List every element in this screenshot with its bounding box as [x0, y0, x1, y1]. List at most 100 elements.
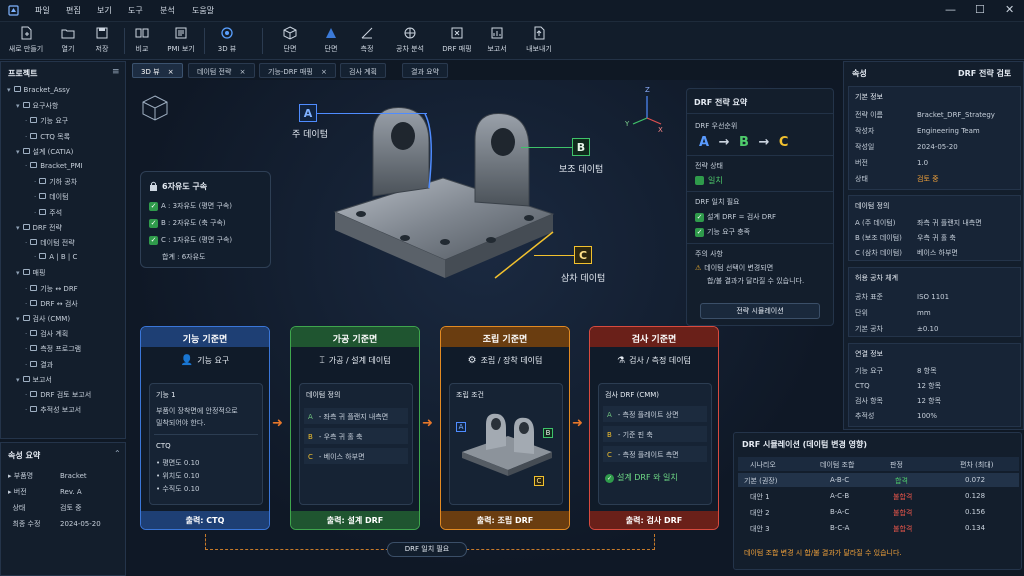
drf-priority-sequence: A → B → C: [699, 135, 789, 150]
dof-item: ✓ B : 2자유도 (축 구속): [149, 218, 226, 228]
menu-tools[interactable]: 도구: [128, 5, 143, 16]
tree-item[interactable]: ▾ 검사 (CMM): [16, 314, 70, 324]
folder-icon: [30, 406, 38, 413]
summary-row: 상태 검토 중: [12, 504, 82, 512]
tree-item-label: DRF ↔ 검사: [40, 299, 78, 308]
tab-function-drf-mapping[interactable]: 기능-DRF 매핑 ×: [259, 63, 336, 78]
flow-arrow-icon: ➜: [272, 416, 283, 431]
inspection-datum-card[interactable]: 검사 기준면 ⚗ 검사 / 측정 데이텀 검사 DRF (CMM) A- 측정 플…: [589, 326, 719, 530]
tab-close-icon[interactable]: ×: [321, 68, 327, 76]
tree-item[interactable]: · CTQ 목록: [25, 132, 70, 142]
chevron-down-icon[interactable]: ▾: [16, 269, 20, 277]
tree-item[interactable]: · A | B | C: [34, 253, 77, 261]
minimize-button[interactable]: —: [945, 3, 956, 16]
chevron-down-icon[interactable]: ▾: [16, 148, 20, 156]
tree-item[interactable]: · 데이텀 전략: [25, 238, 75, 248]
assembly-card-header: 조립 기준면: [441, 327, 569, 347]
tree-item-label: A | B | C: [49, 253, 78, 262]
3d-view-button[interactable]: 3D 뷰: [205, 24, 249, 58]
strategy-simulation-button[interactable]: 전략 시뮬레이션: [700, 303, 820, 319]
axis-z-label: Z: [645, 86, 650, 94]
tree-item[interactable]: ▾ 설계 (CATIA): [16, 147, 73, 157]
tree-item[interactable]: · 검사 계획: [25, 329, 68, 339]
collapse-icon[interactable]: ⌃: [114, 449, 121, 458]
flow-arrow-icon: ➜: [422, 416, 433, 431]
menu-analysis[interactable]: 분석: [160, 5, 175, 16]
section-button[interactable]: 단면: [268, 24, 312, 58]
dof-title: 6자유도 구속: [162, 182, 208, 191]
table-row[interactable]: 대안 1 A-C-B 불합격 0.128: [738, 489, 1019, 503]
strategy-status-label: 전략 상태: [695, 162, 723, 170]
assembly-datum-card[interactable]: 조립 기준면 ⚙ 조립 / 장착 데이텀 조립 조건 A B C 출력: 조립 D…: [440, 326, 570, 530]
menu-help[interactable]: 도움말: [192, 5, 214, 16]
chevron-down-icon[interactable]: ▾: [16, 376, 20, 384]
menu-view[interactable]: 보기: [97, 5, 112, 16]
folder-icon: [39, 253, 47, 260]
tree-item-label: 검사 (CMM): [32, 315, 71, 323]
drf-strategy-summary: DRF 전략 요약 DRF 우선순위 A → B → C 전략 상태 일치 DR…: [686, 88, 834, 326]
tree-item[interactable]: · 추적성 보고서: [25, 405, 81, 415]
folder-icon: [30, 239, 38, 245]
tree-item[interactable]: · Bracket_PMI: [25, 162, 83, 170]
tree-item[interactable]: ▾ DRF 전략: [16, 223, 62, 233]
tree-item[interactable]: · DRF ↔ 검사: [25, 299, 78, 309]
tab-close-icon[interactable]: ×: [168, 68, 174, 76]
chevron-down-icon[interactable]: ▾: [16, 224, 20, 232]
lock-icon: [149, 181, 158, 191]
datum-a-badge[interactable]: A: [299, 104, 317, 122]
datum-c-badge[interactable]: C: [574, 246, 592, 264]
view-cube-icon[interactable]: [141, 94, 169, 122]
axis-x-label: X: [658, 126, 663, 134]
new-button[interactable]: 새로 만들기: [4, 24, 48, 58]
tree-item[interactable]: · 주석: [34, 208, 62, 218]
function-datum-card[interactable]: 기능 기준면 👤 기능 요구 기능 1 부품이 장착면에 안정적으로 밀착되어야 …: [140, 326, 270, 530]
menu-file[interactable]: 파일: [35, 5, 50, 16]
compare-button[interactable]: 비교: [120, 24, 164, 58]
datum-b-badge[interactable]: B: [572, 138, 590, 156]
chevron-down-icon[interactable]: ▾: [16, 315, 20, 323]
machining-card-body: 데이텀 정의 A- 좌측 귀 플랜지 내측면 B- 우측 귀 홀 축 C- 베이…: [299, 383, 413, 505]
tree-item[interactable]: ▾ 보고서: [16, 375, 52, 385]
bracket-3d-model[interactable]: [325, 92, 565, 288]
table-row[interactable]: 대안 3 B-C-A 불합격 0.134: [738, 521, 1019, 535]
table-row[interactable]: 기본 (권장) A-B-C 합격 0.072: [738, 473, 1019, 487]
chevron-down-icon[interactable]: ▾: [7, 86, 11, 94]
assembly-thumbnail: [458, 406, 556, 476]
close-button[interactable]: ✕: [1005, 3, 1014, 16]
machining-datum-card[interactable]: 가공 기준면 ⌶ 가공 / 설계 데이텀 데이텀 정의 A- 좌측 귀 플랜지 내…: [290, 326, 420, 530]
tab-datum-strategy[interactable]: 데이텀 전략 ×: [188, 63, 255, 78]
save-button[interactable]: 저장: [80, 24, 124, 58]
tree-item[interactable]: · 데이텀: [34, 192, 69, 202]
tree-item[interactable]: ▾ 매핑: [16, 268, 45, 278]
menu-edit[interactable]: 편집: [66, 5, 81, 16]
table-row[interactable]: 대안 2 B-A-C 불합격 0.156: [738, 505, 1019, 519]
machining-card-sub: ⌶ 가공 / 설계 데이텀: [319, 356, 391, 366]
chevron-down-icon[interactable]: ▾: [16, 102, 20, 110]
measure-button[interactable]: 측정: [345, 24, 389, 58]
tab-inspection-plan[interactable]: 검사 계획: [340, 63, 386, 78]
tab-result-summary[interactable]: 결과 요약: [402, 63, 448, 78]
axis-y-label: Y: [625, 120, 630, 128]
maximize-button[interactable]: ☐: [975, 3, 985, 16]
tab-close-icon[interactable]: ×: [240, 68, 246, 76]
check-circle-icon: ✓: [605, 474, 614, 483]
tree-item[interactable]: · 기하 공차: [34, 177, 77, 187]
tree-item[interactable]: ▾ Bracket_Assy: [7, 86, 70, 94]
tolerance-analysis-button[interactable]: 공차 분석: [388, 24, 432, 58]
title-bar: 파일 편집 보기 도구 분석 도움말 — ☐ ✕: [0, 0, 1024, 22]
panel-menu-icon[interactable]: ≡: [112, 67, 120, 77]
pmi-view-button[interactable]: PMI 보기: [159, 24, 203, 58]
tree-item[interactable]: · 기능 요구: [25, 116, 68, 126]
node-icon: ·: [25, 330, 28, 339]
tab-3d-view[interactable]: 3D 뷰 ×: [132, 63, 183, 78]
tree-item[interactable]: ▾ 요구사항: [16, 101, 58, 111]
simulation-note: 데이텀 조합 변경 시 합/불 결과가 달라질 수 있습니다.: [744, 549, 902, 557]
tree-item[interactable]: · 기능 ↔ DRF: [25, 284, 78, 294]
tree-item[interactable]: · 측정 프로그램: [25, 344, 81, 354]
folder-icon: [30, 345, 38, 352]
tree-item[interactable]: · 결과: [25, 360, 53, 370]
drf-mapping-button[interactable]: DRF 매핑: [435, 24, 479, 58]
export-button[interactable]: 내보내기: [517, 24, 561, 58]
tree-item[interactable]: · DRF 검토 보고서: [25, 390, 91, 400]
report-button[interactable]: 보고서: [475, 24, 519, 58]
